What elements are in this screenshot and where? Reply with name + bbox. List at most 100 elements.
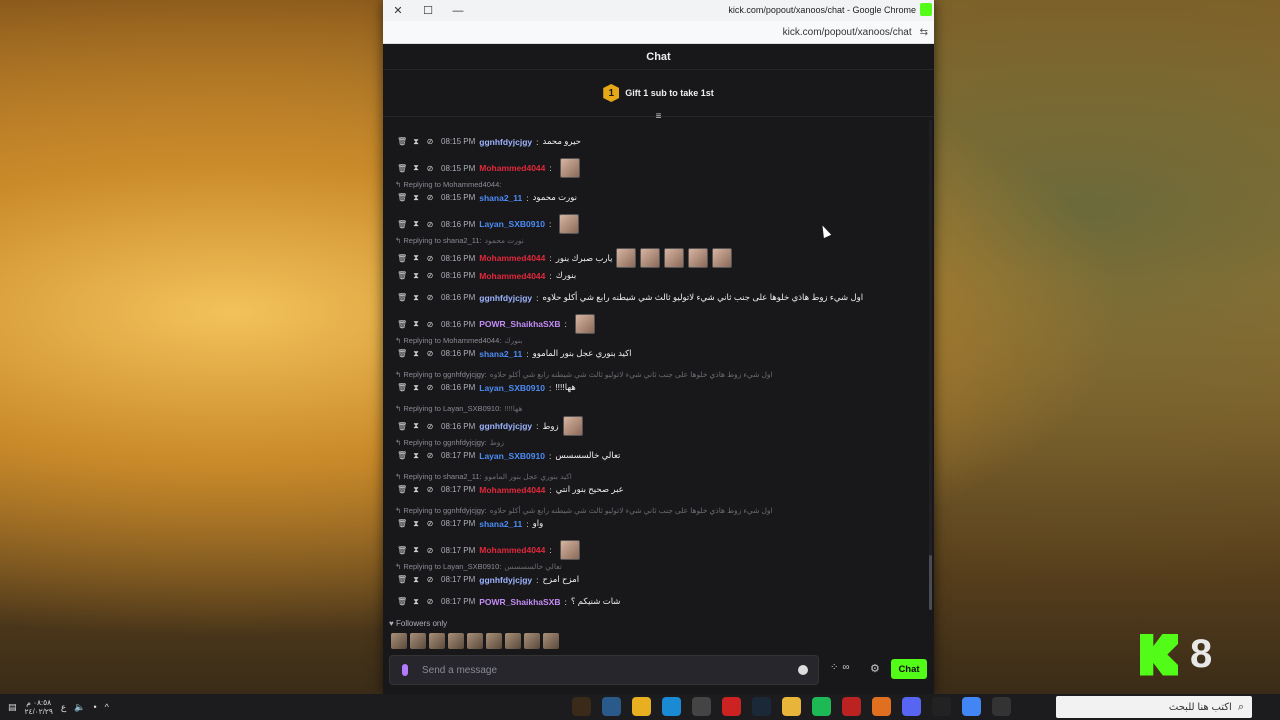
address-bar[interactable]: kick.com/popout/xanoos/chat ⇆ [383, 21, 934, 44]
timeout-icon[interactable]: ⧗ [411, 421, 421, 431]
chat-message[interactable]: 🗑 ⧗ ⊘ 08:15 PM ggnhfdyjcjgy: حيرو محمد [397, 136, 924, 147]
timeout-icon[interactable]: ⧗ [411, 319, 421, 329]
username[interactable]: shana2_11 [479, 519, 522, 529]
ban-icon[interactable]: ⊘ [425, 422, 435, 431]
reply-context[interactable]: ↰ Replying to Mohammed4044: [395, 180, 504, 189]
delete-icon[interactable]: 🗑 [397, 485, 407, 494]
delete-icon[interactable]: 🗑 [397, 422, 407, 431]
gift-sub-banner[interactable]: 1 Gift 1 sub to take 1st ≡ [383, 70, 934, 122]
chat-message[interactable]: 🗑 ⧗ ⊘ 08:16 PM Mohammed4044: بنورك [397, 270, 924, 281]
reply-context[interactable]: ↰ Replying to ggnhfdyjcjgy: زوط [395, 438, 504, 447]
search-box[interactable]: اكتب هنا للبحث ⌕ [1056, 696, 1252, 718]
chat-message[interactable]: 🗑 ⧗ ⊘ 08:17 PM ggnhfdyjcjgy: امزح امزح [397, 574, 924, 585]
ban-icon[interactable]: ⊘ [425, 220, 435, 229]
infinity-icon[interactable]: ∞ [842, 662, 849, 673]
timeout-icon[interactable]: ⧗ [411, 575, 421, 585]
username[interactable]: Mohammed4044 [479, 545, 545, 555]
chat-message[interactable]: 🗑 ⧗ ⊘ 08:16 PM Layan_SXB0910: [397, 214, 924, 234]
chat-message[interactable]: 🗑 ⧗ ⊘ 08:15 PM Mohammed4044: [397, 158, 924, 178]
delete-icon[interactable]: 🗑 [397, 383, 407, 392]
username[interactable]: Mohammed4044 [479, 253, 545, 263]
username[interactable]: shana2_11 [479, 193, 522, 203]
username[interactable]: ggnhfdyjcjgy [479, 137, 532, 147]
app-icon[interactable] [692, 697, 711, 716]
chat-message[interactable]: 🗑 ⧗ ⊘ 08:17 PM Mohammed4044: [397, 540, 924, 560]
mic-icon[interactable] [402, 664, 408, 676]
ban-icon[interactable]: ⊘ [425, 575, 435, 584]
delete-icon[interactable]: 🗑 [397, 220, 407, 229]
reply-context[interactable]: ↰ Replying to Layan_SXB0910: تعالي خالسسس… [395, 562, 562, 571]
delete-icon[interactable]: 🗑 [397, 575, 407, 584]
username[interactable]: ggnhfdyjcjgy [479, 421, 532, 431]
delete-icon[interactable]: 🗑 [397, 597, 407, 606]
timeout-icon[interactable]: ⧗ [411, 349, 421, 359]
edge-icon[interactable] [662, 697, 681, 716]
emote[interactable] [505, 633, 521, 649]
send-chat-button[interactable]: Chat [891, 659, 927, 679]
discord-icon[interactable] [902, 697, 921, 716]
username[interactable]: POWR_ShaikhaSXB [479, 597, 560, 607]
chat-message[interactable]: 🗑 ⧗ ⊘ 08:16 PM ggnhfdyjcjgy: اول شيء زوط هاذي… [397, 292, 924, 303]
emote[interactable] [410, 633, 426, 649]
ban-icon[interactable]: ⊘ [425, 320, 435, 329]
chevron-up-icon[interactable]: ^ [105, 702, 109, 712]
steam-icon[interactable] [752, 697, 771, 716]
delete-icon[interactable]: 🗑 [397, 546, 407, 555]
delete-icon[interactable]: 🗑 [397, 254, 407, 263]
ban-icon[interactable]: ⊘ [425, 293, 435, 302]
username[interactable]: Mohammed4044 [479, 485, 545, 495]
delete-icon[interactable]: 🗑 [397, 271, 407, 280]
timeout-icon[interactable]: ⧗ [411, 193, 421, 203]
app-icon[interactable] [872, 697, 891, 716]
reply-context[interactable]: ↰ Replying to Mohammed4044: بنورك [395, 336, 522, 345]
clock[interactable]: ٠٨:٥٨ م ٢٤/٠٢/٢٩ [25, 698, 53, 716]
username[interactable]: ggnhfdyjcjgy [479, 293, 532, 303]
chat-message[interactable]: 🗑 ⧗ ⊘ 08:17 PM Layan_SXB0910: تعالي خالسسسس [397, 450, 924, 461]
delete-icon[interactable]: 🗑 [397, 451, 407, 460]
reply-context[interactable]: ↰ Replying to shana2_11: اكيد بنوري عجل ب… [395, 472, 572, 481]
username[interactable]: Mohammed4044 [479, 163, 545, 173]
username[interactable]: Mohammed4044 [479, 271, 545, 281]
app-icon[interactable] [632, 697, 651, 716]
ban-icon[interactable]: ⊘ [425, 485, 435, 494]
delete-icon[interactable]: 🗑 [397, 164, 407, 173]
chat-message[interactable]: 🗑 ⧗ ⊘ 08:16 PM Mohammed4044: يارب صبرك بنور [397, 248, 924, 268]
timeout-icon[interactable]: ⧗ [411, 519, 421, 529]
chrome-icon[interactable] [962, 697, 981, 716]
site-settings-icon[interactable]: ⇆ [920, 27, 928, 38]
emote[interactable] [467, 633, 483, 649]
gear-icon[interactable]: ⚙ [870, 662, 880, 675]
username[interactable]: Layan_SXB0910 [479, 219, 545, 229]
chat-message[interactable]: 🗑 ⧗ ⊘ 08:16 PM Layan_SXB0910: !!!!هها [397, 382, 924, 393]
language-indicator[interactable]: ع [61, 702, 66, 713]
chat-message[interactable]: 🗑 ⧗ ⊘ 08:16 PM ggnhfdyjcjgy: زوط [397, 416, 924, 436]
reply-context[interactable]: ↰ Replying to Layan_SXB0910: !!!!هها [395, 404, 522, 413]
chat-message[interactable]: 🗑 ⧗ ⊘ 08:17 PM shana2_11: واو [397, 518, 924, 529]
emoji-icon[interactable] [798, 665, 808, 675]
timeout-icon[interactable]: ⧗ [411, 597, 421, 607]
minimize-icon[interactable]: — [443, 5, 473, 17]
timeout-icon[interactable]: ⧗ [411, 485, 421, 495]
timeout-icon[interactable]: ⧗ [411, 271, 421, 281]
reply-context[interactable]: ↰ Replying to ggnhfdyjcjgy: اول شيء زوط ه… [395, 370, 773, 379]
close-icon[interactable]: ✕ [383, 4, 413, 17]
ban-icon[interactable]: ⊘ [425, 451, 435, 460]
epic-icon[interactable] [932, 697, 951, 716]
users-icon[interactable]: ⁘ [830, 662, 838, 673]
ban-icon[interactable]: ⊘ [425, 164, 435, 173]
chat-scroll-thumb[interactable] [929, 555, 932, 610]
ban-icon[interactable]: ⊘ [425, 546, 435, 555]
username[interactable]: POWR_ShaikhaSXB [479, 319, 560, 329]
chat-message[interactable]: 🗑 ⧗ ⊘ 08:15 PM shana2_11: نورت محمود [397, 192, 924, 203]
delete-icon[interactable]: 🗑 [397, 320, 407, 329]
timeout-icon[interactable]: ⧗ [411, 219, 421, 229]
delete-icon[interactable]: 🗑 [397, 137, 407, 146]
ban-icon[interactable]: ⊘ [425, 349, 435, 358]
delete-icon[interactable]: 🗑 [397, 349, 407, 358]
volume-icon[interactable]: 🔈 [74, 702, 85, 713]
ban-icon[interactable]: ⊘ [425, 254, 435, 263]
ban-icon[interactable]: ⊘ [425, 597, 435, 606]
emote[interactable] [524, 633, 540, 649]
reply-context[interactable]: ↰ Replying to shana2_11: نورت محمود [395, 236, 524, 245]
task-view-icon[interactable] [992, 697, 1011, 716]
